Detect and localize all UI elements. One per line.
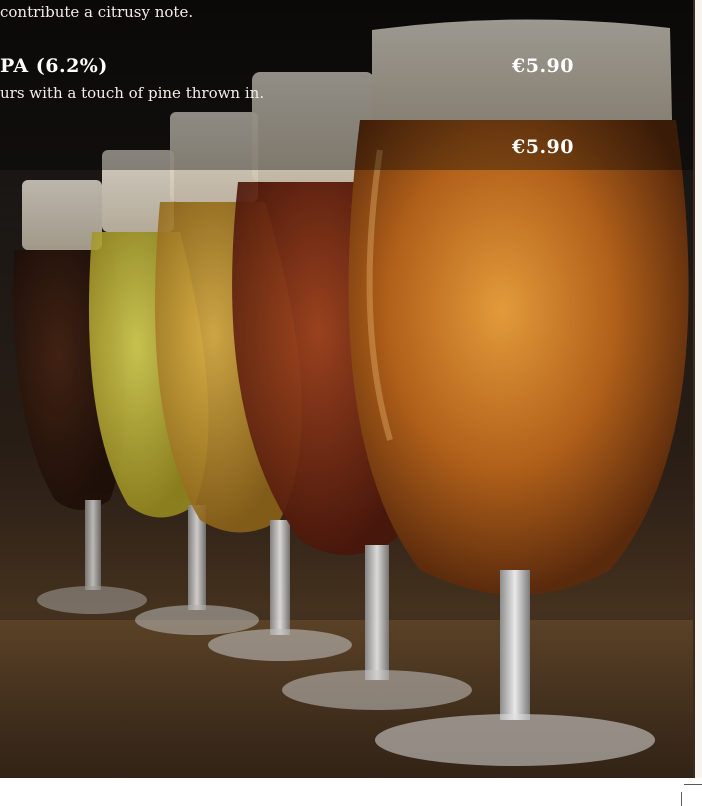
menu-item-price: €5.90 (512, 55, 574, 77)
page-margin-right (695, 0, 702, 778)
crop-mark (681, 792, 682, 806)
menu-item-description: urs with a touch of pine thrown in. (0, 84, 265, 102)
menu-item-description: contribute a citrusy note. (0, 3, 194, 21)
page-margin-bottom (0, 778, 702, 806)
menu-background-photo: contribute a citrusy note. PA (6.2%) €5.… (0, 0, 695, 778)
menu-item-name: PA (6.2%) (0, 55, 108, 77)
beer-glasses-illustration (0, 0, 695, 766)
crop-mark (684, 784, 702, 785)
menu-item-price: €5.90 (512, 136, 574, 158)
